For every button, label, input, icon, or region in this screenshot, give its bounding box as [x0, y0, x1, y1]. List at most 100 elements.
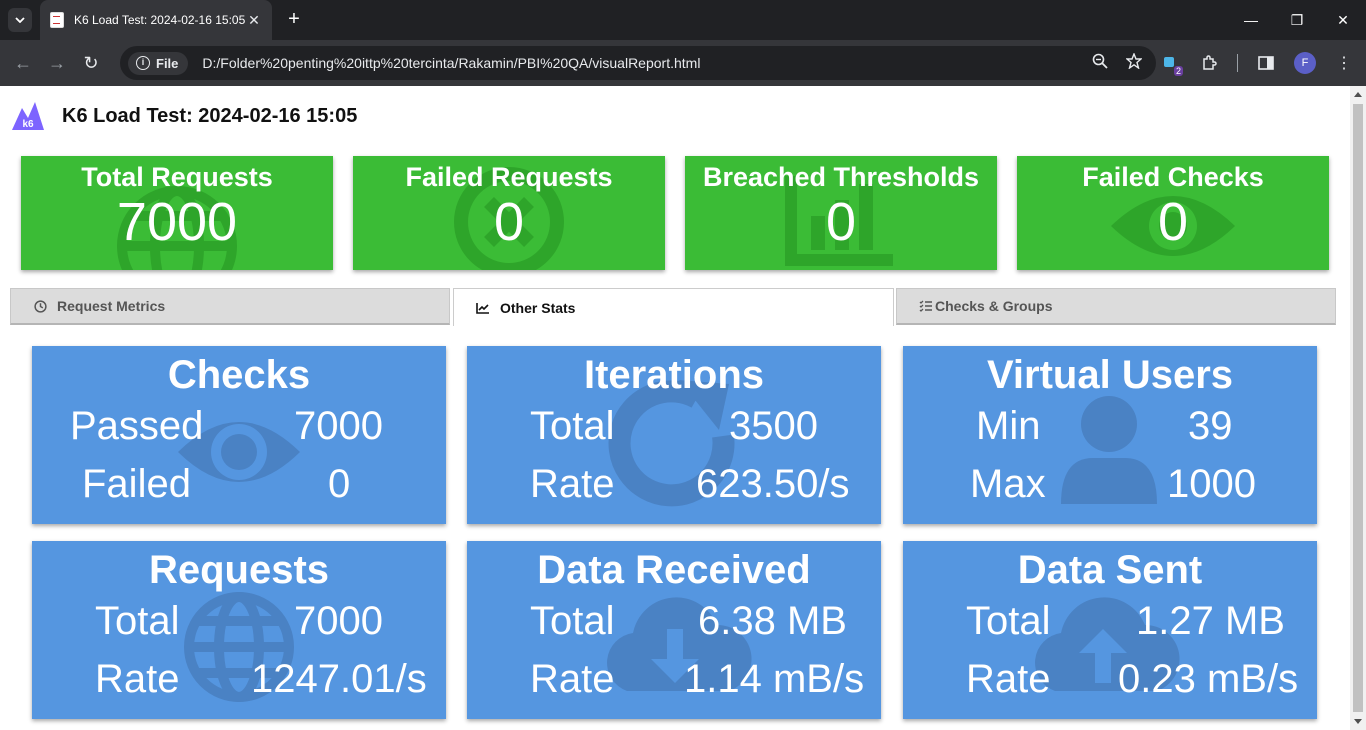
file-favicon-icon — [50, 12, 64, 28]
bookmark-star-icon[interactable] — [1126, 53, 1142, 69]
new-tab-button[interactable]: + — [282, 8, 306, 32]
stat-title: Data Received — [537, 548, 811, 592]
stat-card-iterations: Iterations Total 3500 Rate 623.50/s — [467, 346, 881, 524]
stat-row-label: Rate — [530, 462, 615, 506]
window-close-icon[interactable]: ✕ — [1320, 0, 1366, 40]
profile-avatar[interactable]: F — [1294, 52, 1316, 74]
stat-title: Checks — [167, 353, 311, 397]
stat-card-data-received: Data Received Total 6.38 MB Rate 1.14 mB… — [467, 541, 881, 719]
summary-card-failed-requests: Failed Requests 0 — [353, 156, 665, 270]
summary-value: 0 — [1157, 192, 1189, 252]
stat-row-value: 7000 — [294, 404, 383, 448]
browser-tab[interactable]: K6 Load Test: 2024-02-16 15:05 ✕ — [40, 0, 272, 40]
menu-kebab-icon[interactable]: ⋮ — [1332, 46, 1356, 80]
stat-row-value: 1.14 mB/s — [684, 657, 865, 701]
zoom-icon[interactable] — [1092, 53, 1108, 69]
puzzle-icon — [1203, 55, 1217, 70]
stat-row-label: Rate — [95, 657, 180, 701]
summary-value: 7000 — [116, 192, 238, 252]
browser-tab-title: K6 Load Test: 2024-02-16 15:05 — [74, 13, 246, 27]
stat-row-value: 3500 — [729, 404, 818, 448]
scroll-down-arrow-icon[interactable] — [1354, 719, 1362, 724]
stat-card-virtual-users: Virtual Users Min 39 Max 1000 — [903, 346, 1317, 524]
line-chart-icon — [476, 301, 490, 315]
browser-tabstrip: K6 Load Test: 2024-02-16 15:05 ✕ + — ❐ ✕ — [0, 0, 1366, 40]
stat-title: Requests — [148, 548, 330, 592]
k6-logo: k6 — [10, 100, 46, 132]
tab-label: Checks & Groups — [935, 298, 1053, 314]
summary-card-failed-checks: Failed Checks 0 — [1017, 156, 1329, 270]
stat-row-value: 0 — [328, 462, 351, 506]
summary-label: Total Requests — [81, 162, 273, 192]
stat-row-label: Rate — [966, 657, 1051, 701]
reload-button[interactable]: ↻ — [74, 46, 108, 80]
report-header: k6 K6 Load Test: 2024-02-16 15:05 — [10, 100, 357, 132]
stat-row: Total 6.38 MB — [467, 593, 881, 651]
tab-checks-groups[interactable]: Checks & Groups — [896, 288, 1336, 325]
scroll-up-arrow-icon[interactable] — [1354, 92, 1362, 97]
stat-row-value: 6.38 MB — [698, 599, 847, 643]
stat-title: Data Sent — [1017, 548, 1203, 592]
page-scrollbar[interactable] — [1350, 86, 1366, 730]
stat-row: Rate 0.23 mB/s — [903, 651, 1317, 709]
info-icon: i — [136, 56, 150, 70]
tab-close-icon[interactable]: ✕ — [246, 12, 262, 29]
stat-row: Rate 1.14 mB/s — [467, 651, 881, 709]
tab-search-button[interactable] — [8, 8, 32, 32]
tab-label: Other Stats — [500, 299, 576, 316]
summary-label: Failed Requests — [405, 162, 613, 192]
k6-logo-icon: k6 — [12, 102, 44, 130]
window-controls: — ❐ ✕ — [1228, 0, 1366, 40]
omnibox-actions — [1092, 53, 1142, 69]
scrollbar-thumb[interactable] — [1353, 104, 1363, 712]
back-button[interactable]: ← — [6, 46, 40, 80]
forward-button[interactable]: → — [40, 46, 74, 80]
summary-value: 0 — [493, 192, 525, 252]
summary-label: Failed Checks — [1082, 162, 1264, 192]
stat-row: Total 7000 — [32, 593, 446, 651]
stat-row: Rate 623.50/s — [467, 456, 881, 514]
stat-row: Failed 0 — [32, 456, 446, 514]
stat-card-checks: Checks Passed 7000 Failed 0 — [32, 346, 446, 524]
stat-row-label: Total — [530, 599, 615, 643]
toolbar-divider — [1237, 54, 1238, 72]
browser-toolbar: ← → ↻ i File D:/Folder%20penting%20ittp%… — [0, 40, 1366, 86]
site-info-label: File — [156, 55, 179, 71]
stat-row-value: 39 — [1188, 404, 1233, 448]
stat-row-value: 1000 — [1167, 462, 1256, 506]
chevron-down-icon — [15, 17, 25, 23]
tab-request-metrics[interactable]: Request Metrics — [10, 288, 450, 325]
stat-row-value: 1.27 MB — [1136, 599, 1285, 643]
stat-card-requests: Requests Total 7000 Rate 1247.01/s — [32, 541, 446, 719]
clock-icon — [33, 299, 47, 313]
stat-row-value: 623.50/s — [696, 462, 850, 506]
summary-value: 0 — [825, 192, 857, 252]
summary-card-total-requests: Total Requests 7000 — [21, 156, 333, 270]
sidebar-toggle-icon — [1258, 56, 1274, 70]
stat-row-label: Total — [530, 404, 615, 448]
list-check-icon — [919, 299, 933, 313]
side-panel-icon[interactable] — [1254, 46, 1278, 80]
stat-row-value: 7000 — [294, 599, 383, 643]
site-info-chip[interactable]: i File — [128, 51, 189, 75]
stat-row: Rate 1247.01/s — [32, 651, 446, 709]
tab-other-stats[interactable]: Other Stats — [453, 288, 894, 326]
extensions-puzzle-icon[interactable] — [1197, 46, 1221, 80]
stat-row-label: Rate — [530, 657, 615, 701]
stat-title: Virtual Users — [986, 353, 1234, 397]
minimize-icon[interactable]: — — [1228, 0, 1274, 40]
address-bar[interactable]: i File D:/Folder%20penting%20ittp%20terc… — [120, 46, 1156, 80]
extension-badge-icon[interactable]: 2 — [1157, 46, 1183, 80]
stat-row: Min 39 — [903, 398, 1317, 456]
report-page: k6 K6 Load Test: 2024-02-16 15:05 Total … — [0, 86, 1350, 730]
stat-row-label: Total — [966, 599, 1051, 643]
tab-label: Request Metrics — [57, 298, 166, 314]
url-text[interactable]: D:/Folder%20penting%20ittp%20tercinta/Ra… — [202, 55, 700, 71]
summary-card-breached-thresholds: Breached Thresholds 0 — [685, 156, 997, 270]
stat-row: Max 1000 — [903, 456, 1317, 514]
stat-row-label: Passed — [70, 404, 204, 448]
restore-icon[interactable]: ❐ — [1274, 0, 1320, 40]
stat-row: Total 3500 — [467, 398, 881, 456]
report-tabs: Request Metrics Other Stats Checks & Gro… — [10, 288, 1336, 326]
stat-row-value: 0.23 mB/s — [1118, 657, 1299, 701]
